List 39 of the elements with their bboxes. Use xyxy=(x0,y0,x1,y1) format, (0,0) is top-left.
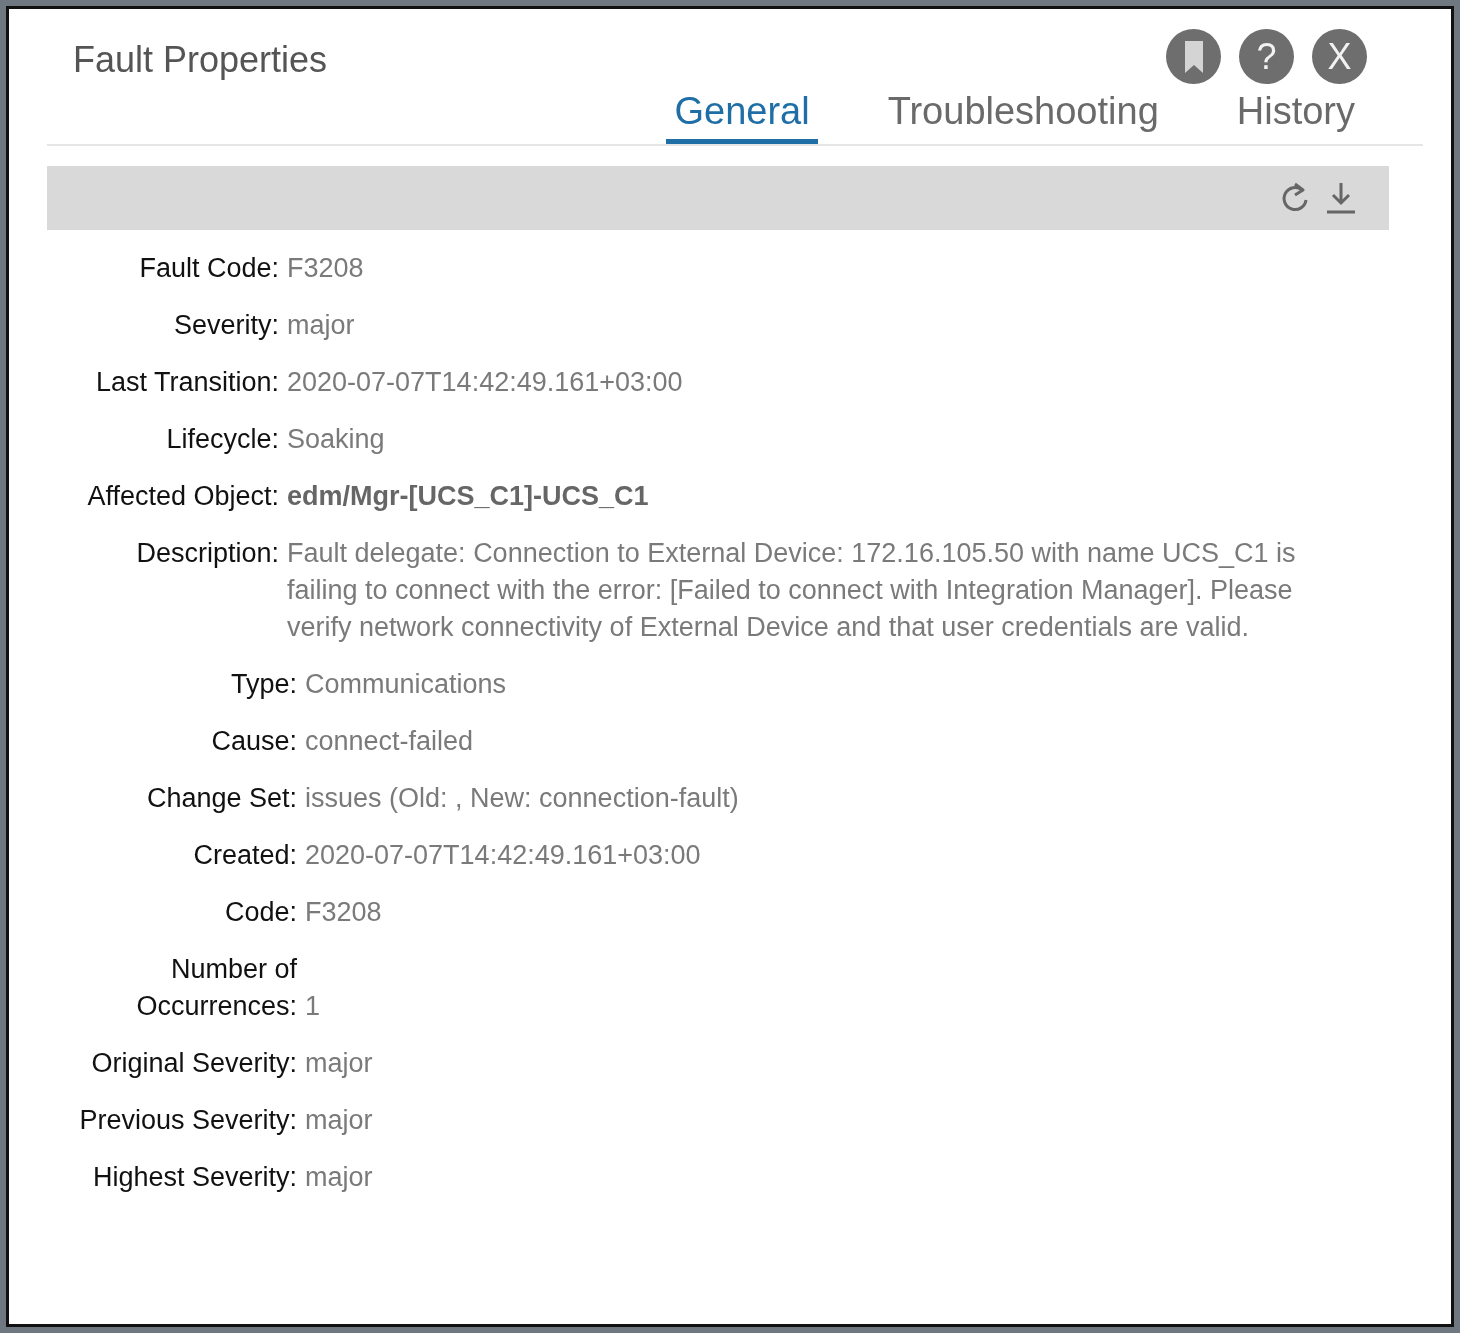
field-label: Fault Code: xyxy=(138,252,279,285)
field-label: Affected Object: xyxy=(86,480,279,513)
field-value: edm/Mgr-[UCS_C1]-UCS_C1 xyxy=(287,480,650,513)
field-label: Code: xyxy=(223,896,297,929)
bookmark-icon[interactable] xyxy=(1182,39,1205,74)
field-value: Communications xyxy=(305,668,508,701)
help-button[interactable]: ? xyxy=(1239,29,1294,84)
dialog-title: Fault Properties xyxy=(73,38,328,81)
field-value: F3208 xyxy=(305,896,383,929)
field-value: 2020-07-07T14:42:49.161+03:00 xyxy=(287,366,684,399)
tab[interactable]: History xyxy=(1228,86,1363,144)
field-value: major xyxy=(305,1104,374,1137)
field-label: Cause: xyxy=(210,725,297,758)
field-label: Previous Severity: xyxy=(78,1104,297,1137)
download-icon[interactable] xyxy=(1325,181,1357,215)
field-value: 1 xyxy=(305,990,322,1023)
tab[interactable]: General xyxy=(666,86,818,144)
field-label: Severity: xyxy=(172,309,279,342)
field-label: Created: xyxy=(192,839,297,872)
field-value: Fault delegate: Connection to External Device: 172.16.105.50 with name UCS_C1 is failing to connect with the error: [Failed to connect with Integration Manager]. Please verify network connectivity of External Device and that user credentials are valid. xyxy=(287,537,1297,644)
field-label: Original Severity: xyxy=(90,1047,297,1080)
field-label: Lifecycle: xyxy=(165,423,279,456)
field-label: Description: xyxy=(135,537,279,570)
bookmark-button[interactable] xyxy=(1166,29,1221,84)
field-value: major xyxy=(305,1161,374,1194)
field-value: Soaking xyxy=(287,423,386,456)
tab[interactable]: Troubleshooting xyxy=(879,86,1167,144)
close-button[interactable]: X xyxy=(1312,29,1367,84)
field-value: major xyxy=(305,1047,374,1080)
field-label: Type: xyxy=(229,668,297,701)
field-label: Highest Severity: xyxy=(91,1161,297,1194)
field-value: 2020-07-07T14:42:49.161+03:00 xyxy=(305,839,702,872)
field-value: major xyxy=(287,309,356,342)
field-value: F3208 xyxy=(287,252,365,285)
field-value: issues (Old: , New: connection-fault) xyxy=(305,782,740,815)
field-label: Change Set: xyxy=(145,782,297,815)
field-value: connect-failed xyxy=(305,725,475,758)
field-label: Number of Occurrences: xyxy=(135,953,297,1023)
field-label: Last Transition: xyxy=(94,366,279,399)
